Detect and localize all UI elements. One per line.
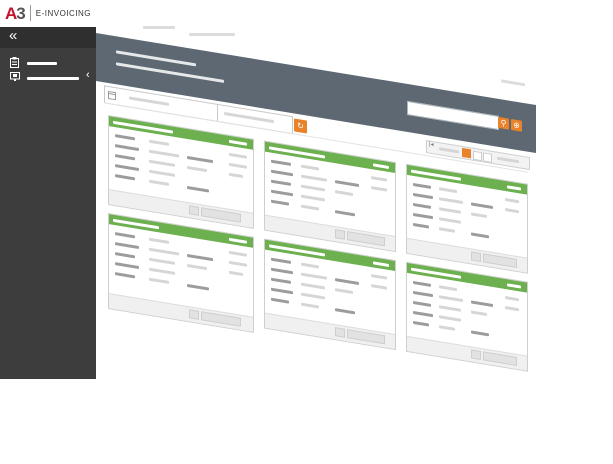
sidebar-item-label [27,77,79,80]
invoice-card[interactable] [264,238,396,351]
invoice-card[interactable] [264,140,396,253]
list-view-icon[interactable] [473,150,482,162]
card-title [269,244,325,257]
card-badge [507,185,521,191]
card-action-button[interactable] [189,309,199,320]
zoom-icon: ⊕ [513,120,520,131]
card-footer [407,335,527,371]
calendar-icon [108,90,116,101]
card-action-button[interactable] [335,229,345,240]
sidebar-item-documents[interactable] [10,57,90,69]
chevron-left-icon[interactable]: ‹ [86,69,90,81]
card-badge [229,139,247,146]
refresh-button[interactable]: ↻ [294,118,307,134]
logo-divider [29,5,31,21]
main-content: ↻ ⚲ ⊕ |◂ [96,13,613,464]
date-filter-value [129,96,169,106]
double-chevron-left-icon[interactable]: « [9,28,17,44]
sidebar-header: « [0,27,96,48]
sidebar: « ‹ [0,27,96,379]
page-size-select[interactable] [497,156,519,164]
page-subtitle [116,62,224,83]
clipboard-icon [10,57,19,68]
card-title [411,169,461,181]
card-badge [229,237,247,244]
invoice-card[interactable] [406,261,528,372]
card-action-button[interactable] [335,327,345,338]
brand-logo-mark: A3 [5,3,26,23]
monitor-icon [10,72,20,81]
card-footer [265,312,395,349]
pager-label [439,147,459,154]
first-page-icon[interactable]: |◂ [429,141,434,149]
header-link[interactable] [501,79,525,87]
card-badge [507,283,521,289]
search-button[interactable]: ⚲ [498,116,509,130]
product-name: E-INVOICING [35,8,92,18]
invoice-card[interactable] [108,212,254,333]
sidebar-item-monitor[interactable]: ‹ [10,69,94,84]
search-icon: ⚲ [500,118,507,129]
card-action-button[interactable] [471,251,481,263]
card-badge [373,163,389,169]
zoom-button[interactable]: ⊕ [511,118,522,132]
secondary-filter-value [224,111,274,124]
card-action-button[interactable] [189,205,199,216]
invoice-card[interactable] [108,114,254,229]
grid-view-icon[interactable] [462,147,471,159]
card-title [113,120,173,134]
brand-logo: A3 E-INVOICING [5,2,91,24]
refresh-icon: ↻ [297,120,304,132]
card-footer [109,293,253,332]
detail-view-icon[interactable] [483,152,492,163]
card-title [113,218,159,230]
sidebar-item-label [27,62,57,65]
card-title [269,146,325,159]
card-title [411,267,461,279]
card-action-button[interactable] [471,349,481,361]
invoice-card[interactable] [406,163,528,274]
card-badge [373,261,389,267]
